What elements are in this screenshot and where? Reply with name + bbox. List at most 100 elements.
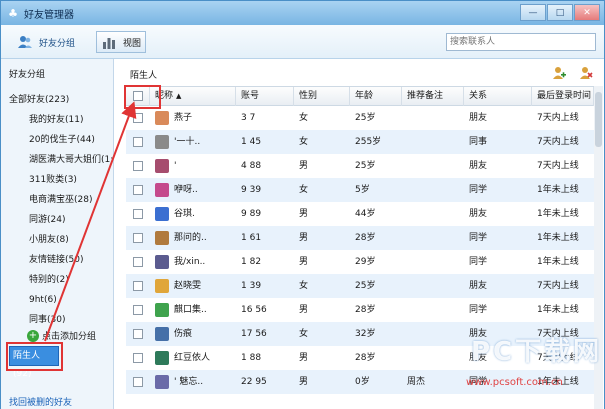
app-penguin-icon: ♣ [8,6,18,20]
row-checkbox-cell[interactable] [126,130,150,154]
row-checkbox[interactable] [133,280,143,291]
table-row[interactable]: ' 4 88 男 25岁 朋友 7天内上线 [126,154,594,178]
account-cell: 22 95 [241,377,267,387]
group-item-all[interactable]: 全部好友(223) [1,90,113,110]
scrollbar-thumb[interactable] [595,92,602,147]
group-item[interactable]: 9ht(6) [1,290,113,310]
row-checkbox-cell[interactable] [126,250,150,274]
table-row[interactable]: 谷琪. 9 89 男 44岁 朋友 1年未上线 [126,202,594,226]
row-checkbox[interactable] [133,112,143,123]
watermark-url: www.pcsoft.com.cn [466,377,563,388]
title-bar[interactable]: ♣ 好友管理器 — □ ✕ [1,1,604,25]
row-checkbox-cell[interactable] [126,322,150,346]
row-checkbox[interactable] [133,232,143,243]
column-last-login[interactable]: 最后登录时间 [532,87,594,106]
row-checkbox[interactable] [133,160,143,171]
gender-cell: 男 [299,305,309,315]
table-row[interactable]: 我/xin.. 1 82 男 29岁 同学 1年未上线 [126,250,594,274]
row-checkbox-cell[interactable] [126,178,150,202]
group-item[interactable]: 20的伐生子(44) [1,130,113,150]
age-cell: 5岁 [355,185,370,195]
group-sidebar: 好友分组 全部好友(223) 我的好友(11) 20的伐生子(44) 湖医满大哥… [1,59,114,409]
nickname-cell: 红豆依人 [150,346,236,370]
avatar [155,183,169,197]
group-item[interactable]: 特别的(2) [1,270,113,290]
minimize-button[interactable]: — [520,4,546,21]
group-item[interactable]: 友情链接(50) [1,250,113,270]
nickname-text: 伤痕 [174,329,193,339]
row-checkbox-cell[interactable] [126,202,150,226]
toolbar: 好友分组 视图 [1,25,604,59]
group-item[interactable]: 电商满宝巫(28) [1,190,113,210]
recommend-note-cell [402,154,464,178]
group-item[interactable]: 我的好友(11) [1,110,113,130]
row-checkbox[interactable] [133,184,143,195]
row-checkbox[interactable] [133,328,143,339]
table-row[interactable]: 麒口集.. 16 56 男 28岁 同学 1年未上线 [126,298,594,322]
age-cell: 28岁 [355,353,376,363]
recommend-note-cell [402,298,464,322]
group-item[interactable]: 同游(24) [1,210,113,230]
group-item[interactable]: 311败类(3) [1,170,113,190]
window-title: 好友管理器 [24,9,74,21]
add-group-button[interactable]: + 点击添加分组 [27,329,96,342]
last-login-cell: 1年未上线 [537,257,579,267]
users-icon [17,35,33,49]
row-checkbox-cell[interactable] [126,370,150,394]
nickname-cell: 那问的.. [150,226,236,250]
watermark-text: PC下载网 [471,337,603,367]
column-nickname[interactable]: 昵称 ▲ [150,87,236,106]
table-row[interactable]: 那问的.. 1 61 男 28岁 同学 1年未上线 [126,226,594,250]
recommend-note-cell [402,250,464,274]
age-cell: 0岁 [355,377,370,387]
nickname-text: '一十.. [174,137,201,147]
gender-cell: 男 [299,353,309,363]
search-contacts-input[interactable] [446,33,596,51]
relation-cell: 同学 [469,233,488,243]
row-checkbox[interactable] [133,352,143,363]
table-row[interactable]: 赵晓雯 1 39 女 25岁 朋友 7天内上线 [126,274,594,298]
close-button[interactable]: ✕ [574,4,600,21]
nickname-cell: 麒口集.. [150,298,236,322]
last-login-cell: 7天内上线 [537,137,579,147]
row-checkbox[interactable] [133,376,143,387]
row-checkbox-cell[interactable] [126,226,150,250]
row-checkbox[interactable] [133,136,143,147]
add-contact-icon[interactable] [552,66,566,80]
find-deleted-friends-link[interactable]: 找回被删的好友 [9,395,72,408]
row-checkbox-cell[interactable] [126,106,150,130]
friends-group-button[interactable]: 好友分组 [13,31,79,53]
view-button[interactable]: 视图 [96,31,147,53]
nickname-cell: '一十.. [150,130,236,154]
column-age[interactable]: 年龄 [350,87,402,106]
nickname-text: ' [174,161,177,171]
relation-cell: 朋友 [469,209,488,219]
nickname-text: ' 魅忘.. [174,377,204,387]
recommend-note-cell [402,322,464,346]
row-checkbox[interactable] [133,208,143,219]
row-checkbox-cell[interactable] [126,346,150,370]
remove-contact-icon[interactable] [579,66,593,80]
group-item[interactable]: 湖医满大哥大姐们(1: [1,150,113,170]
column-gender[interactable]: 性别 [294,87,350,106]
sort-asc-icon: ▲ [176,92,182,100]
column-recommend-note[interactable]: 推荐备注 [402,87,464,106]
last-login-cell: 1年未上线 [537,233,579,243]
column-relation[interactable]: 关系 [464,87,532,106]
maximize-button[interactable]: □ [547,4,573,21]
account-cell: 1 39 [241,281,262,291]
group-item[interactable]: 同事(30) [1,310,113,330]
row-checkbox-cell[interactable] [126,274,150,298]
nickname-text: 那问的.. [174,233,207,243]
row-checkbox-cell[interactable] [126,154,150,178]
table-row[interactable]: 咿呀.. 9 39 女 5岁 同学 1年未上线 [126,178,594,202]
row-checkbox[interactable] [133,256,143,267]
nickname-cell: 燕子 [150,106,236,130]
table-row[interactable]: '一十.. 1 45 女 255岁 同事 7天内上线 [126,130,594,154]
table-row[interactable]: 燕子 3 7 女 25岁 朋友 7天内上线 [126,106,594,130]
column-account[interactable]: 账号 [236,87,294,106]
row-checkbox[interactable] [133,304,143,315]
group-item[interactable]: 小朋友(8) [1,230,113,250]
row-checkbox-cell[interactable] [126,298,150,322]
last-login-cell: 7天内上线 [537,281,579,291]
